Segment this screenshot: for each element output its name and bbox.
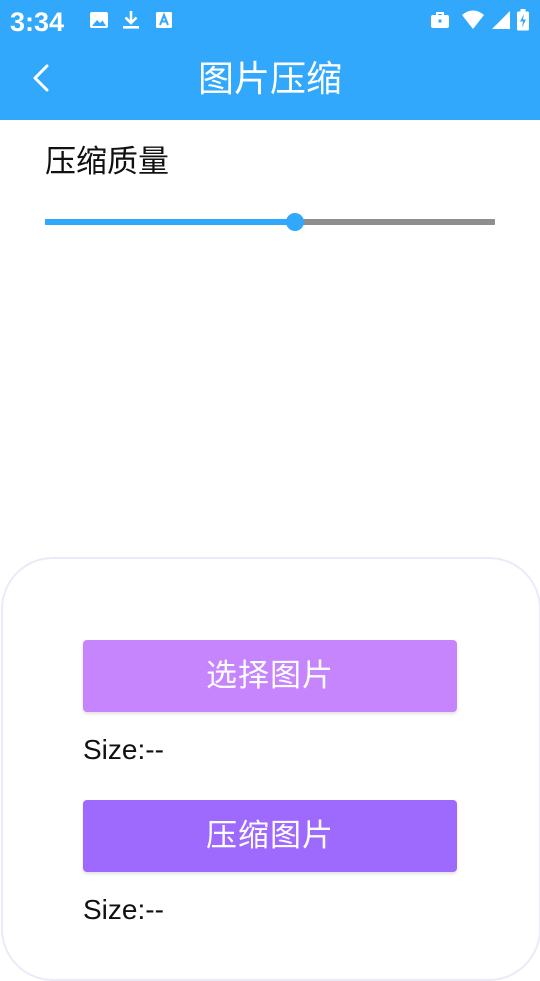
original-size-text: Size:-- bbox=[83, 734, 164, 765]
a-font-icon bbox=[153, 9, 175, 31]
slider-thumb[interactable] bbox=[286, 213, 304, 231]
select-image-button[interactable]: 选择图片 bbox=[83, 640, 457, 712]
back-button[interactable] bbox=[18, 58, 66, 102]
battery-charging-icon bbox=[516, 9, 530, 31]
chevron-left-icon bbox=[30, 63, 54, 97]
briefcase-icon bbox=[429, 9, 451, 31]
bottom-card bbox=[1, 557, 540, 981]
page-title: 图片压缩 bbox=[197, 59, 342, 100]
compressed-size-text: Size:-- bbox=[83, 894, 164, 925]
status-time: 3:34 bbox=[10, 7, 65, 37]
image-icon bbox=[88, 9, 110, 31]
wifi-icon bbox=[461, 9, 484, 31]
quality-slider[interactable] bbox=[45, 208, 495, 236]
app-bar: 图片压缩 bbox=[0, 40, 540, 120]
slider-fill bbox=[45, 219, 295, 225]
status-bar: 3:34 bbox=[0, 0, 540, 40]
quality-label: 压缩质量 bbox=[45, 144, 169, 180]
compress-image-button[interactable]: 压缩图片 bbox=[83, 800, 457, 872]
signal-icon bbox=[490, 9, 512, 31]
download-icon bbox=[120, 9, 142, 31]
